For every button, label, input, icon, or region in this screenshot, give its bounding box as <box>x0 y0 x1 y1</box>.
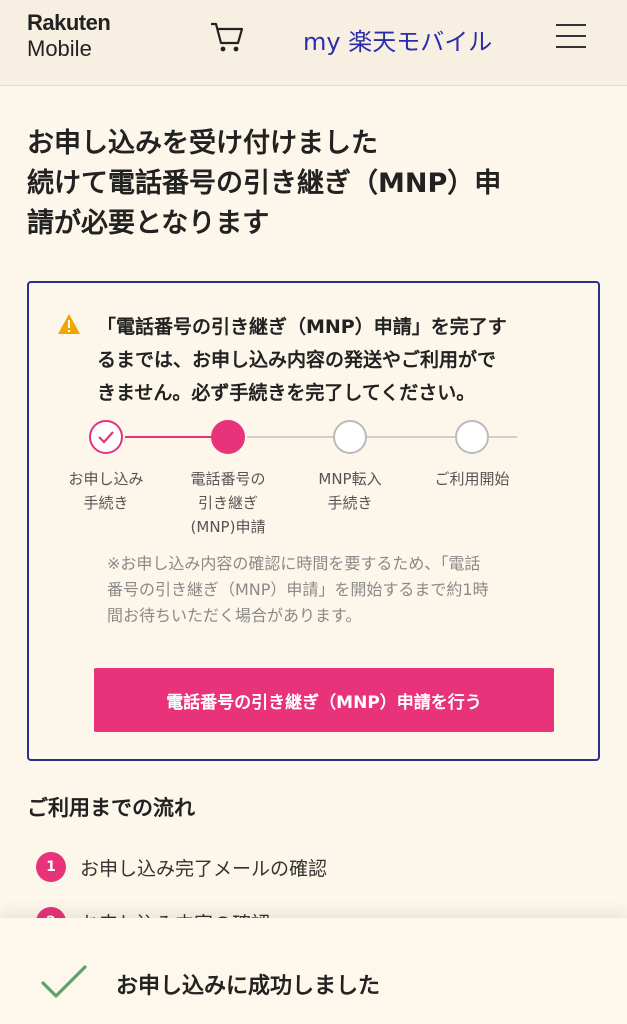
wait-time-note: ※お申し込み内容の確認に時間を要するため、「電話 番号の引き継ぎ（MNP）申請」… <box>107 551 587 629</box>
warning-line1: 「電話番号の引き継ぎ（MNP）申請」を完了す <box>97 316 507 338</box>
warning-text: 「電話番号の引き継ぎ（MNP）申請」を完了す るまでは、お申し込み内容の発送やご… <box>97 311 577 410</box>
warning-icon <box>58 314 80 334</box>
progress-stepper: お申し込み 手続き 電話番号の 引き継ぎ (MNP)申請 MNP転入 手続き ご… <box>68 417 549 539</box>
step-4-label-line1: ご利用開始 <box>434 470 510 488</box>
toast-message: お申し込みに成功しました <box>116 974 381 999</box>
success-toast: お申し込みに成功しました <box>0 918 627 1024</box>
step-2-circle <box>211 420 245 454</box>
cart-icon[interactable] <box>208 18 246 56</box>
app-header: Rakuten Mobile my 楽天モバイル <box>0 0 627 86</box>
note-line2: 番号の引き継ぎ（MNP）申請」を開始するまで約1時 <box>107 580 489 599</box>
check-icon <box>41 965 87 998</box>
list-item: 1 お申し込み完了メールの確認 <box>36 851 327 883</box>
title-line3: 請が必要となります <box>27 208 270 239</box>
mnp-notice-card: 「電話番号の引き継ぎ（MNP）申請」を完了す るまでは、お申し込み内容の発送やご… <box>27 281 600 761</box>
step-2-label: 電話番号の 引き継ぎ (MNP)申請 <box>173 467 283 539</box>
rakuten-mobile-logo[interactable]: Rakuten Mobile <box>27 10 111 61</box>
logo-line1: Rakuten <box>27 10 111 35</box>
logo-line2: Mobile <box>27 36 92 61</box>
mnp-apply-button[interactable]: 電話番号の引き継ぎ（MNP）申請を行う <box>94 668 554 732</box>
flow-section-title: ご利用までの流れ <box>27 796 195 820</box>
page-title: お申し込みを受け付けました 続けて電話番号の引き継ぎ（MNP）申 請が必要となり… <box>27 124 607 244</box>
flow-item-text: お申し込み完了メールの確認 <box>80 857 328 880</box>
step-3-circle <box>333 420 367 454</box>
step-2-label-line3: (MNP)申請 <box>190 518 266 536</box>
title-line1: お申し込みを受け付けました <box>27 128 378 159</box>
note-line1: ※お申し込み内容の確認に時間を要するため、「電話 <box>107 554 481 573</box>
my-rakuten-mobile-link[interactable]: my 楽天モバイル <box>303 22 492 57</box>
step-1-label-line2: 手続き <box>83 494 129 512</box>
step-1-circle <box>89 420 123 454</box>
step-1-label: お申し込み 手続き <box>51 467 161 515</box>
step-number-badge: 1 <box>36 852 66 882</box>
step-2-label-line1: 電話番号の <box>190 470 266 488</box>
title-line2: 続けて電話番号の引き継ぎ（MNP）申 <box>27 168 502 199</box>
step-4-circle <box>455 420 489 454</box>
warning-line3: きません。必ず手続きを完了してください。 <box>97 382 476 404</box>
step-4-label: ご利用開始 <box>417 467 527 491</box>
step-2-label-line2: 引き継ぎ <box>197 494 258 512</box>
warning-line2: るまでは、お申し込み内容の発送やご利用がで <box>97 349 497 371</box>
step-3-label: MNP転入 手続き <box>295 467 405 515</box>
hamburger-menu-icon[interactable] <box>556 24 586 50</box>
note-line3: 間お待ちいただく場合があります。 <box>107 606 362 625</box>
checkmark-icon <box>98 431 114 444</box>
step-3-label-line1: MNP転入 <box>318 470 382 488</box>
step-1-label-line1: お申し込み <box>68 470 144 488</box>
step-3-label-line2: 手続き <box>327 494 373 512</box>
